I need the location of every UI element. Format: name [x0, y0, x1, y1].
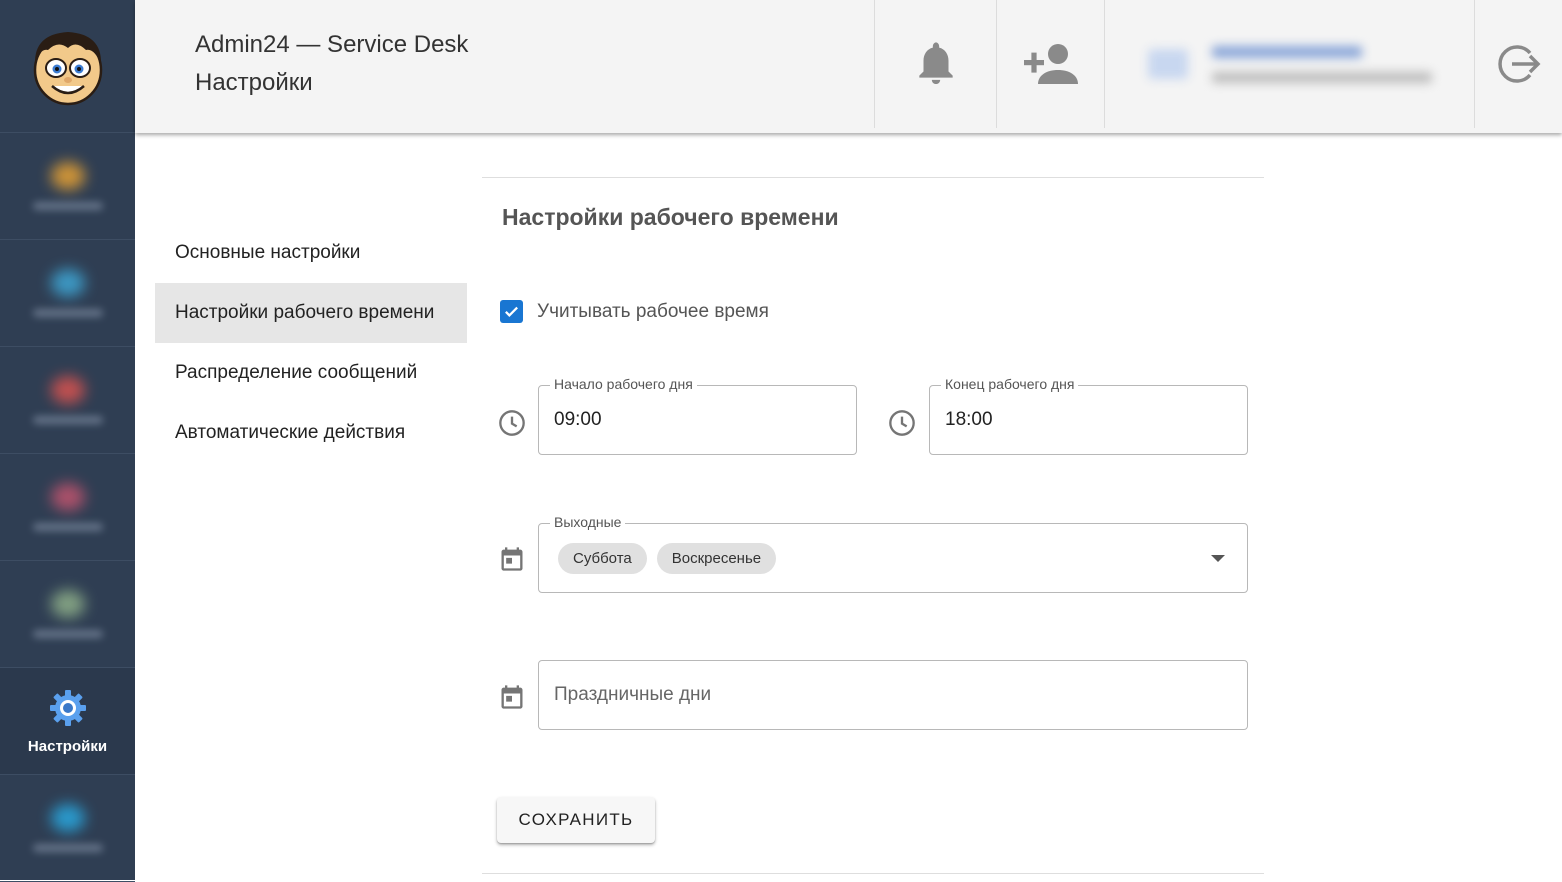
blurred-icon	[50, 483, 85, 511]
calendar-icon	[501, 547, 523, 571]
app-title: Admin24 — Service Desk	[195, 31, 469, 58]
blurred-icon	[50, 804, 85, 832]
blurred-icon	[50, 269, 85, 297]
blurred-icon	[50, 376, 85, 404]
avatar	[1147, 49, 1188, 79]
blurred-icon	[50, 162, 85, 190]
weekends-select[interactable]: Выходные Суббота Воскресенье	[538, 514, 1248, 593]
blurred-label	[32, 523, 103, 531]
save-button[interactable]: СОХРАНИТЬ	[497, 797, 655, 843]
sidebar-item-4[interactable]	[0, 454, 135, 561]
sidebar-item-3[interactable]	[0, 347, 135, 454]
clock-icon	[499, 410, 525, 436]
menu-item-label: Настройки рабочего времени	[175, 302, 435, 323]
add-user-button[interactable]	[996, 0, 1104, 128]
header-title-block: Admin24 — Service Desk Настройки	[195, 26, 468, 102]
sidebar-item-label: Настройки	[27, 737, 108, 755]
menu-item-label: Распределение сообщений	[175, 362, 418, 383]
logo[interactable]	[0, 0, 135, 133]
end-time-value: 18:00	[945, 409, 993, 430]
blurred-icon	[50, 590, 85, 618]
blurred-label	[32, 309, 103, 317]
check-icon	[505, 306, 518, 317]
blurred-label	[32, 416, 103, 424]
header: Admin24 — Service Desk Настройки	[135, 0, 1562, 133]
sidebar-item-1[interactable]	[0, 133, 135, 240]
sidebar-item-2[interactable]	[0, 240, 135, 347]
working-time-checkbox-row[interactable]: Учитывать рабочее время	[500, 300, 769, 323]
sidebar: Настройки	[0, 0, 135, 882]
bell-icon	[918, 42, 953, 84]
chip-sunday[interactable]: Воскресенье	[656, 543, 777, 574]
weekend-chips: Суббота Воскресенье	[558, 543, 777, 574]
logout-icon	[1497, 45, 1540, 83]
sidebar-item-7[interactable]	[0, 775, 135, 882]
blurred-label	[32, 630, 103, 638]
section-title: Настройки рабочего времени	[502, 204, 839, 230]
sidebar-item-5[interactable]	[0, 561, 135, 668]
divider-top	[482, 177, 1264, 178]
clock-icon	[889, 410, 915, 436]
holidays-field[interactable]: Праздничные дни	[538, 660, 1248, 730]
holidays-placeholder: Праздничные дни	[554, 684, 712, 705]
menu-item-message-distribution[interactable]: Распределение сообщений	[155, 343, 467, 403]
end-time-field[interactable]: Конец рабочего дня 18:00	[929, 376, 1248, 455]
blurred-user-info	[1147, 45, 1432, 83]
logout-button[interactable]	[1474, 0, 1562, 128]
start-time-field[interactable]: Начало рабочего дня 09:00	[538, 376, 857, 455]
calendar-icon	[501, 685, 523, 709]
menu-item-label: Основные настройки	[175, 242, 361, 263]
gear-icon	[49, 689, 86, 726]
chevron-down-icon[interactable]	[1211, 555, 1225, 562]
avatar-logo-icon	[33, 32, 102, 106]
working-time-checkbox[interactable]	[500, 300, 523, 323]
weekends-legend: Выходные	[550, 514, 626, 530]
settings-menu: Основные настройки Настройки рабочего вр…	[155, 223, 467, 463]
sidebar-item-settings[interactable]: Настройки	[0, 668, 135, 775]
notifications-button[interactable]	[874, 0, 996, 128]
divider-bottom	[482, 873, 1264, 874]
blurred-label	[32, 202, 103, 210]
menu-item-general[interactable]: Основные настройки	[155, 223, 467, 283]
page-title: Настройки	[195, 69, 313, 96]
user-profile[interactable]	[1104, 0, 1474, 128]
checkbox-label: Учитывать рабочее время	[537, 300, 769, 322]
start-time-value: 09:00	[554, 409, 602, 430]
menu-item-auto-actions[interactable]: Автоматические действия	[155, 403, 467, 463]
chip-saturday[interactable]: Суббота	[558, 543, 647, 574]
menu-item-working-time[interactable]: Настройки рабочего времени	[155, 283, 467, 343]
menu-item-label: Автоматические действия	[175, 422, 406, 443]
blurred-label	[32, 844, 103, 852]
add-user-icon	[1023, 44, 1078, 84]
